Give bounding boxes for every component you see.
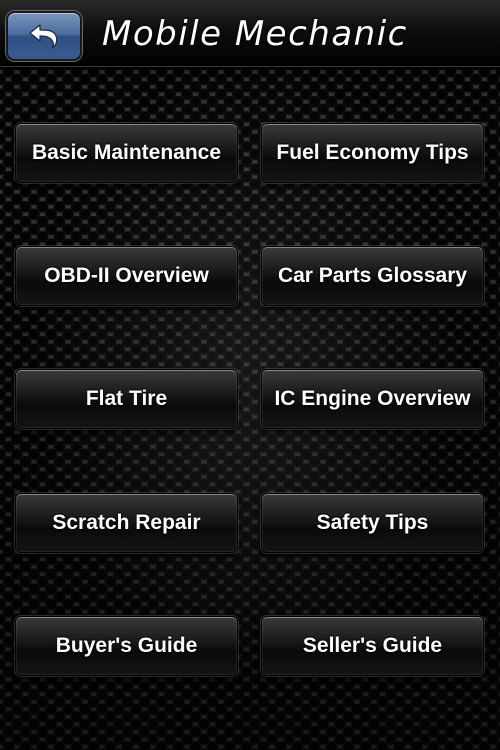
app-screen: Mobile Mechanic Basic Maintenance Fuel E… [0, 0, 500, 750]
scratch-repair-button[interactable]: Scratch Repair [15, 493, 238, 553]
page-title: Mobile Mechanic [102, 14, 408, 54]
back-arrow-icon [26, 22, 62, 50]
obd-ii-overview-button[interactable]: OBD-II Overview [15, 246, 238, 306]
button-label: Scratch Repair [52, 511, 201, 534]
button-label: Buyer's Guide [55, 634, 198, 657]
button-label: OBD-II Overview [44, 264, 209, 287]
flat-tire-button[interactable]: Flat Tire [15, 369, 238, 429]
nav-bar: Mobile Mechanic [0, 0, 500, 67]
button-label: Basic Maintenance [31, 141, 222, 164]
button-label: IC Engine Overview [274, 387, 471, 410]
back-button[interactable] [6, 11, 82, 61]
safety-tips-button[interactable]: Safety Tips [261, 493, 484, 553]
buyers-guide-button[interactable]: Buyer's Guide [15, 616, 238, 676]
button-label: Fuel Economy Tips [276, 141, 469, 164]
button-label: Car Parts Glossary [277, 264, 468, 287]
sellers-guide-button[interactable]: Seller's Guide [261, 616, 484, 676]
basic-maintenance-button[interactable]: Basic Maintenance [15, 123, 238, 183]
button-label: Safety Tips [316, 511, 429, 534]
button-label: Flat Tire [85, 387, 168, 410]
button-label: Seller's Guide [302, 634, 443, 657]
fuel-economy-tips-button[interactable]: Fuel Economy Tips [261, 123, 484, 183]
ic-engine-overview-button[interactable]: IC Engine Overview [261, 369, 484, 429]
car-parts-glossary-button[interactable]: Car Parts Glossary [261, 246, 484, 306]
